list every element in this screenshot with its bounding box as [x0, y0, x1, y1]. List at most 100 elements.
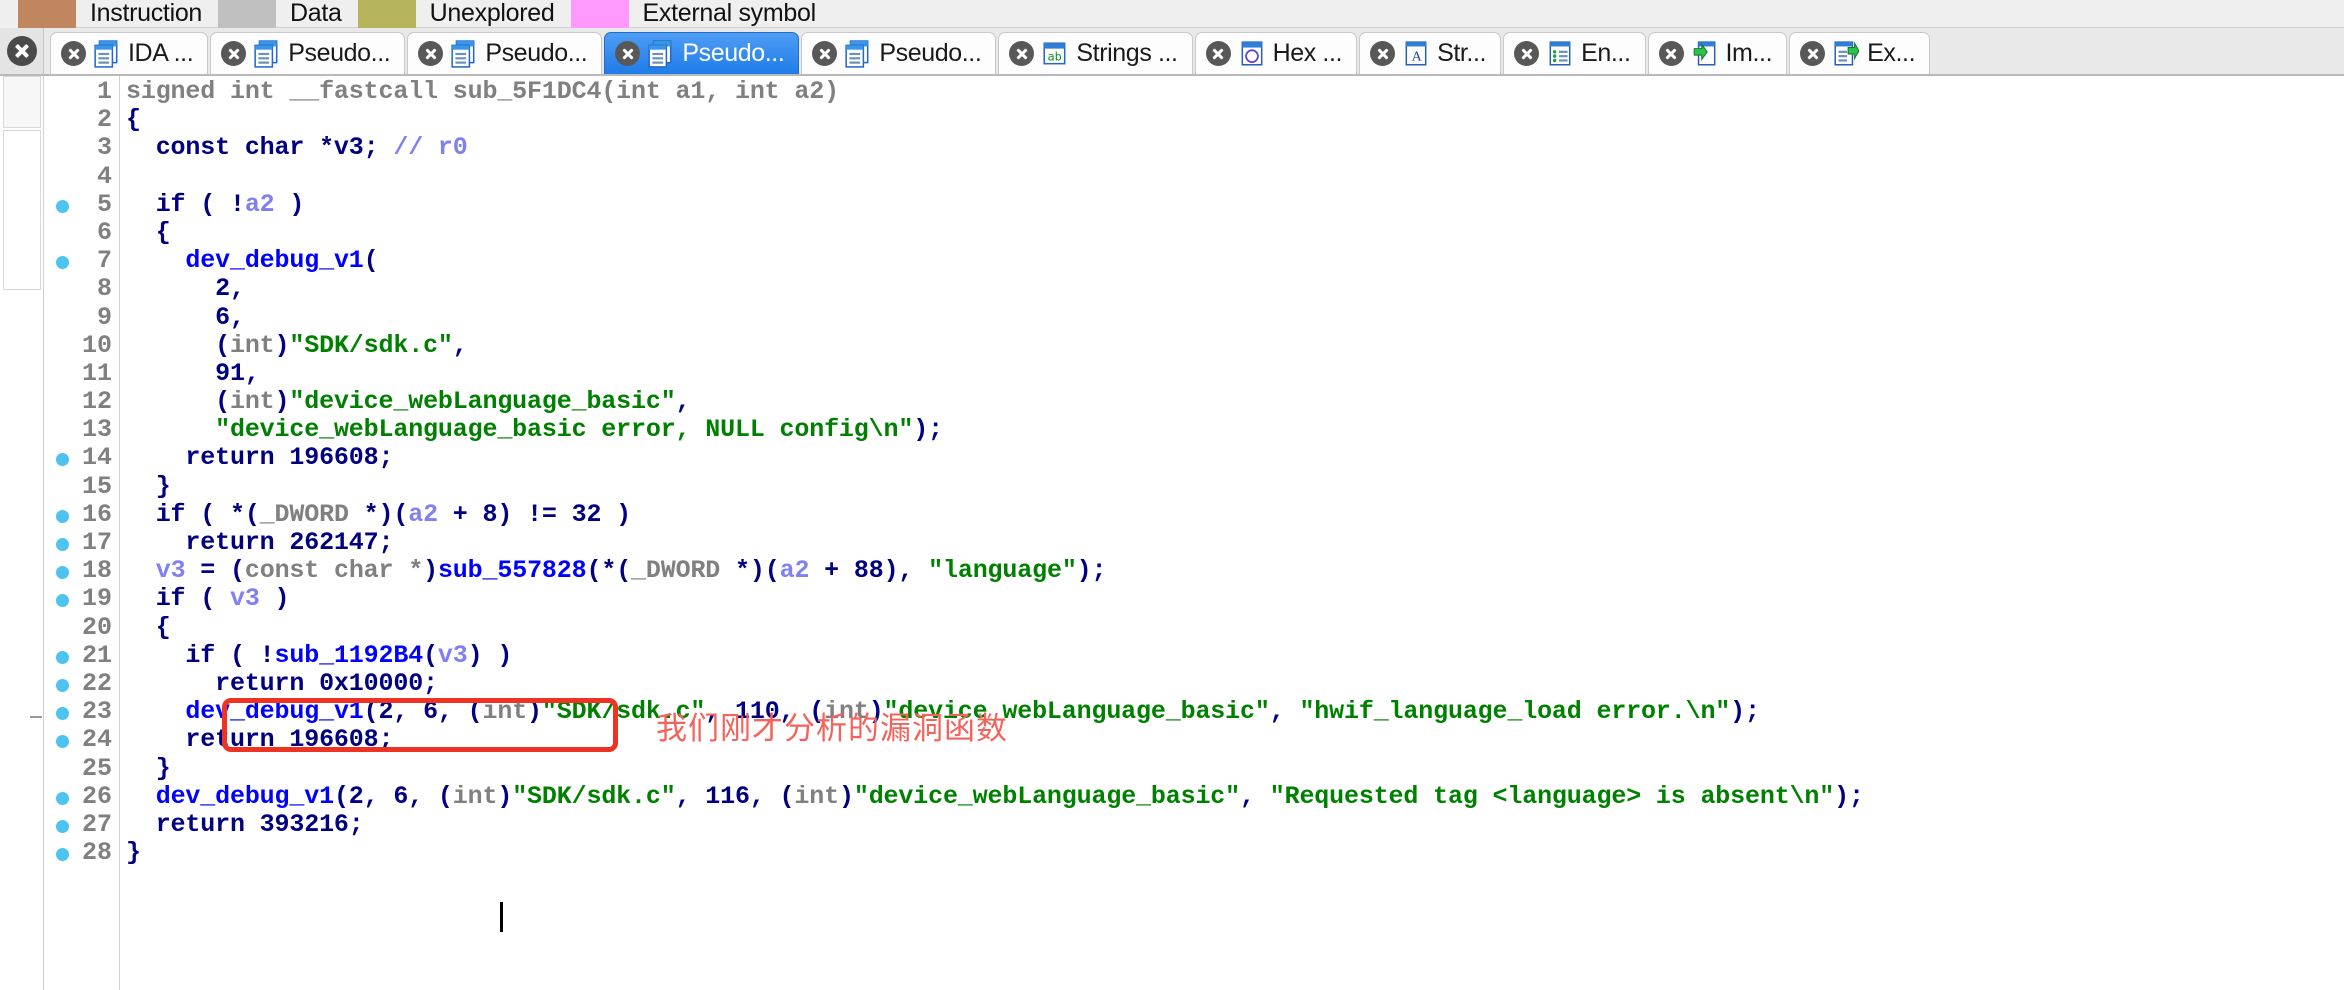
code-line[interactable]: 16 if ( *(_DWORD *)(a2 + 8) != 32 )	[44, 500, 2344, 529]
token-kw: return 196608;	[126, 443, 394, 473]
code-text: "device_webLanguage_basic error, NULL co…	[126, 416, 943, 444]
tab-4[interactable]: Pseudo...	[801, 32, 997, 74]
code-line[interactable]: 17 return 262147;	[44, 528, 2344, 557]
tab-close-icon[interactable]	[1514, 41, 1540, 66]
tab-8[interactable]: En...	[1503, 32, 1646, 74]
code-line[interactable]: 13 "device_webLanguage_basic error, NULL…	[44, 416, 2344, 444]
token-kw: )	[423, 556, 438, 586]
code-text: const char *v3; // r0	[126, 134, 468, 162]
code-text: if ( !a2 )	[126, 190, 305, 219]
token-kw: )	[527, 697, 542, 727]
code-line[interactable]: 19 if ( v3 )	[44, 585, 2344, 613]
line-number: 21	[81, 640, 112, 670]
code-line[interactable]: 26 dev_debug_v1(2, 6, (int)"SDK/sdk.c", …	[44, 781, 2344, 811]
code-line[interactable]: 11 91,	[44, 359, 2344, 388]
code-line[interactable]: 5 if ( !a2 )	[44, 190, 2344, 219]
code-line[interactable]: 15 }	[44, 472, 2344, 501]
code-line[interactable]: 10 (int)"SDK/sdk.c",	[44, 330, 2344, 360]
code-line[interactable]: 24 return 196608;	[44, 726, 2344, 754]
code-line[interactable]: 21 if ( !sub_1192B4(v3) )	[44, 640, 2344, 670]
code-text: }	[126, 472, 171, 501]
token-kw: = (	[185, 556, 245, 586]
code-text: 6,	[126, 302, 245, 332]
code-text: (int)"device_webLanguage_basic",	[126, 387, 691, 417]
tab-close-icon[interactable]	[615, 41, 641, 66]
code-line[interactable]: 20 {	[44, 613, 2344, 642]
line-number: 3	[96, 133, 112, 163]
code-line[interactable]: 28}	[44, 838, 2344, 868]
token-kw: (*(	[586, 556, 632, 586]
tab-close-icon[interactable]	[1205, 41, 1231, 66]
tab-10[interactable]: Ex...	[1789, 32, 1931, 74]
code-text: 91,	[126, 359, 260, 388]
line-number: 2	[96, 105, 112, 135]
tab-7[interactable]: A Str...	[1359, 32, 1502, 74]
code-line[interactable]: 23 dev_debug_v1(2, 6, (int)"SDK/sdk.c", …	[44, 697, 2344, 727]
code-line[interactable]: 3 const char *v3; // r0	[44, 134, 2344, 162]
tab-9[interactable]: Im...	[1647, 32, 1788, 74]
code-line[interactable]: 1 signed int __fastcall sub_5F1DC4(int a1…	[44, 77, 2344, 106]
code-line[interactable]: 4	[44, 161, 2344, 191]
tab-label: IDA ...	[128, 39, 194, 67]
code-line[interactable]: 2{	[44, 105, 2344, 135]
code-line[interactable]: 12 (int)"device_webLanguage_basic",	[44, 387, 2344, 417]
token-fn: sub_557828	[437, 556, 587, 586]
tab-close-icon[interactable]	[1800, 41, 1826, 66]
token-fn: dev_debug_v1	[185, 697, 364, 727]
code-line-list: 1 signed int __fastcall sub_5F1DC4(int a1…	[44, 77, 2344, 868]
code-line[interactable]: 27 return 393216;	[44, 809, 2344, 839]
token-kw: }	[126, 838, 141, 868]
code-line[interactable]: 9 6,	[44, 302, 2344, 332]
exports-icon	[1834, 40, 1860, 66]
token-kw: ,	[675, 387, 691, 417]
pseudocode-editor[interactable]: 1 signed int __fastcall sub_5F1DC4(int a1…	[44, 76, 2344, 990]
legend-swatch-0	[18, 0, 76, 28]
code-line[interactable]: 14 return 196608;	[44, 444, 2344, 472]
tab-close-icon[interactable]	[61, 41, 86, 66]
token-str: "device_webLanguage_basic"	[289, 387, 676, 417]
token-kw: return 393216;	[126, 809, 364, 839]
tab-1[interactable]: Pseudo...	[210, 32, 406, 74]
code-line[interactable]: 18 v3 = (const char *)sub_557828(*(_DWOR…	[44, 556, 2344, 586]
tab-close-icon[interactable]	[1658, 41, 1684, 66]
code-line[interactable]: 7 dev_debug_v1(	[44, 246, 2344, 276]
code-line[interactable]: 25 }	[44, 753, 2344, 783]
token-num: 6,	[126, 302, 245, 332]
line-number: 4	[96, 161, 112, 191]
tab-2[interactable]: Pseudo...	[407, 32, 603, 74]
structures-icon: A	[1405, 40, 1427, 66]
tab-close-icon[interactable]	[221, 41, 247, 66]
tab-close-icon[interactable]	[812, 41, 838, 66]
tab-3-active[interactable]: Pseudo...	[604, 32, 800, 74]
window-close-cell[interactable]	[0, 28, 44, 74]
token-str: "SDK/sdk.c"	[289, 330, 453, 360]
tab-0[interactable]: IDA ...	[50, 32, 209, 74]
tab-close-icon[interactable]	[1370, 41, 1396, 66]
token-kw: }	[126, 753, 171, 783]
code-line[interactable]: 22 return 0x10000;	[44, 669, 2344, 698]
tab-label: Str...	[1437, 39, 1487, 67]
token-kw: (	[363, 246, 379, 276]
tab-6[interactable]: Hex ...	[1194, 32, 1358, 74]
tab-label: Pseudo...	[879, 39, 982, 67]
token-kw: );	[1834, 781, 1864, 811]
tab-label: Pseudo...	[485, 39, 588, 67]
svg-text:A: A	[1412, 49, 1423, 64]
token-kw: , 116, (	[675, 781, 795, 811]
rail-panel-top	[3, 76, 41, 128]
code-line[interactable]: 8 2,	[44, 275, 2344, 303]
left-rail	[0, 76, 44, 990]
rail-panel-bottom	[3, 130, 41, 290]
close-icon[interactable]	[6, 36, 37, 66]
token-kw: );	[913, 415, 943, 445]
token-cast: _DWORD	[631, 556, 721, 586]
tab-5[interactable]: ab Strings ...	[998, 32, 1193, 74]
tab-close-icon[interactable]	[418, 41, 444, 66]
token-str: "Requested tag <language> is absent\n"	[1269, 781, 1835, 811]
code-text: return 262147;	[126, 528, 393, 557]
code-text: if ( *(_DWORD *)(a2 + 8) != 32 )	[126, 500, 631, 529]
code-line[interactable]: 6 {	[44, 218, 2344, 247]
tab-label: Pseudo...	[288, 39, 391, 67]
code-text: {	[126, 613, 171, 642]
tab-close-icon[interactable]	[1009, 41, 1035, 66]
